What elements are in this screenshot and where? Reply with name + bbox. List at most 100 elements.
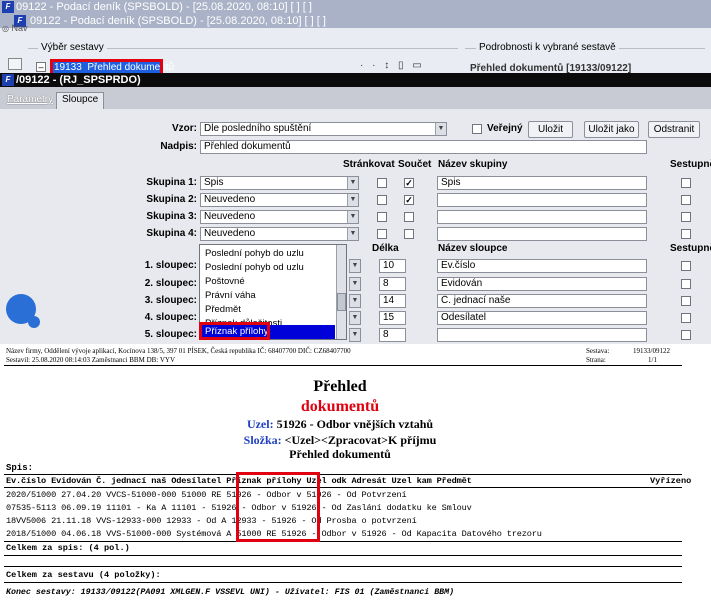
sloupec-3-sestupne-checkbox[interactable] bbox=[681, 296, 691, 306]
slozka-line: Složka: <Uzel><Zpracovat>K příjmu bbox=[0, 433, 680, 448]
scrollbar-thumb[interactable] bbox=[337, 293, 346, 311]
sloupec-3-select[interactable]: ▼ bbox=[349, 294, 361, 308]
sloupec-4-sestupne-checkbox[interactable] bbox=[681, 313, 691, 323]
odstranit-button[interactable]: Odstranit bbox=[648, 121, 700, 138]
sloupec-2-delka-input[interactable]: 8 bbox=[379, 277, 406, 291]
sloupec-5-sestupne-checkbox[interactable] bbox=[681, 330, 691, 340]
chevron-down-icon: ▼ bbox=[435, 123, 446, 135]
sloupec-2-nazev-input[interactable]: Evidován bbox=[437, 277, 647, 291]
bg-window-titlebar-1: F 09122 - Podací deník (SPSBOLD) - [25.0… bbox=[0, 0, 711, 14]
divider bbox=[4, 582, 682, 583]
divider bbox=[4, 365, 682, 366]
app-logo-icon: F bbox=[2, 74, 14, 86]
sloupec-1-delka-input[interactable]: 10 bbox=[379, 259, 406, 273]
strana-value: 1/1 bbox=[648, 356, 657, 364]
dropdown-option[interactable]: Poslední pohyb do uzlu bbox=[202, 247, 335, 261]
slozka-label: Složka: bbox=[243, 433, 282, 447]
divider bbox=[4, 474, 682, 475]
tab-parametry[interactable]: Parametry bbox=[2, 93, 59, 107]
toolbar-icons[interactable]: · · ↕ ▯ ▭ bbox=[360, 60, 425, 71]
sloupec-1-select[interactable]: ▼ bbox=[349, 259, 361, 273]
sloupec-2-sestupne-checkbox[interactable] bbox=[681, 279, 691, 289]
skupina-3-label: Skupina 3: bbox=[146, 211, 197, 222]
skupina-3-select[interactable]: Neuvedeno ▼ bbox=[200, 210, 359, 224]
skupina-4-sestupne-checkbox[interactable] bbox=[681, 229, 691, 239]
vzor-label: Vzor: bbox=[172, 123, 197, 134]
ulozit-jako-button[interactable]: Uložit jako bbox=[584, 121, 639, 138]
nadpis-input[interactable]: Přehled dokumentů bbox=[200, 140, 647, 154]
sestavil-line: Sestavil: 25.08.2020 08:14:03 Zaměstnanc… bbox=[6, 356, 176, 364]
chevron-down-icon: ▼ bbox=[347, 211, 358, 223]
sloupec-5-select[interactable]: ▼ bbox=[349, 328, 361, 342]
skupina-4-strankovat-checkbox[interactable] bbox=[377, 229, 387, 239]
skupina-4-select[interactable]: Neuvedeno ▼ bbox=[200, 227, 359, 241]
table-header-vyrizeno: Vyřízeno bbox=[650, 476, 692, 486]
strana-label: Strana: bbox=[586, 356, 606, 364]
ulozit-button[interactable]: Uložit bbox=[528, 121, 573, 138]
verejny-checkbox[interactable] bbox=[472, 124, 482, 134]
skupina-2-soucet-checkbox[interactable]: ✓ bbox=[404, 195, 414, 205]
delka-header: Délka bbox=[372, 243, 399, 254]
dropdown-option[interactable]: Právní váha bbox=[202, 289, 335, 303]
sloupec-5-delka-input[interactable]: 8 bbox=[379, 328, 406, 342]
skupina-3-sestupne-checkbox[interactable] bbox=[681, 212, 691, 222]
chevron-down-icon: ▼ bbox=[347, 228, 358, 240]
skupina-2-label: Skupina 2: bbox=[146, 194, 197, 205]
collapse-icon[interactable]: – bbox=[36, 62, 46, 72]
sloupec-3-delka-input[interactable]: 14 bbox=[379, 294, 406, 308]
app-logo-icon: F bbox=[2, 1, 14, 13]
nav-label[interactable]: ◎ Nav bbox=[2, 23, 28, 33]
skupina-2-sestupne-checkbox[interactable] bbox=[681, 195, 691, 205]
skupina-4-soucet-checkbox[interactable] bbox=[404, 229, 414, 239]
sloupec-5-nazev-input[interactable] bbox=[437, 328, 647, 342]
strankovat-header: Stránkovat bbox=[343, 159, 395, 170]
divider bbox=[4, 566, 682, 567]
skupina-2-nazev-input[interactable] bbox=[437, 193, 647, 207]
skupina-1-select[interactable]: Spis ▼ bbox=[200, 176, 359, 190]
sestava-label: Sestava: bbox=[586, 347, 610, 355]
sloupec-4-nazev-input[interactable]: Odesílatel bbox=[437, 311, 647, 325]
skupina-3-strankovat-checkbox[interactable] bbox=[377, 212, 387, 222]
divider bbox=[4, 555, 682, 556]
nadpis-label: Nadpis: bbox=[160, 141, 197, 152]
skupina-3-soucet-checkbox[interactable] bbox=[404, 212, 414, 222]
sestava-value: 19133/09122 bbox=[633, 347, 670, 355]
sloupec-5-label: 5. sloupec: bbox=[144, 329, 197, 340]
sloupec-4-delka-input[interactable]: 15 bbox=[379, 311, 406, 325]
skupina-2-select[interactable]: Neuvedeno ▼ bbox=[200, 193, 359, 207]
skupina-3-nazev-input[interactable] bbox=[437, 210, 647, 224]
celkem-spis: Celkem za spis: (4 pol.) bbox=[6, 543, 130, 553]
sloupec-2-label: 2. sloupec: bbox=[144, 278, 197, 289]
sloupec-1-label: 1. sloupec: bbox=[144, 260, 197, 271]
skupina-1-nazev-input[interactable]: Spis bbox=[437, 176, 647, 190]
spis-label: Spis: bbox=[6, 463, 34, 473]
skupina-1-sestupne-checkbox[interactable] bbox=[681, 178, 691, 188]
sloupec-1-nazev-input[interactable]: Ev.číslo bbox=[437, 259, 647, 273]
sloupec-4-select[interactable]: ▼ bbox=[349, 311, 361, 325]
dialog-title: /09122 - (RJ_SPSPRDO) bbox=[16, 74, 141, 86]
uzel-value: 51926 - Odbor vnějších vztahů bbox=[276, 417, 434, 431]
skupina-1-strankovat-checkbox[interactable] bbox=[377, 178, 387, 188]
chevron-down-icon: ▼ bbox=[349, 295, 360, 307]
sloupec-3-label: 3. sloupec: bbox=[144, 295, 197, 306]
slozka-value: <Uzel><Zpracovat>K příjmu bbox=[284, 433, 437, 447]
vzor-select[interactable]: Dle posledního spuštění ▼ bbox=[200, 122, 447, 136]
sloupec-2-select[interactable]: ▼ bbox=[349, 277, 361, 291]
sestupne-header: Sestupně bbox=[670, 159, 711, 170]
skupina-2-strankovat-checkbox[interactable] bbox=[377, 195, 387, 205]
dropdown-scrollbar[interactable] bbox=[336, 245, 346, 339]
report-subtitle: Přehled dokumentů bbox=[289, 447, 391, 461]
dropdown-option[interactable]: Poslední pohyb od uzlu bbox=[202, 261, 335, 275]
sloupec-3-nazev-input[interactable]: Č. jednací naše bbox=[437, 294, 647, 308]
tab-bar: Parametry Sloupce bbox=[0, 87, 711, 109]
chevron-down-icon: ▼ bbox=[349, 260, 360, 272]
skupina-1-soucet-checkbox[interactable]: ✓ bbox=[404, 178, 414, 188]
tab-sloupce[interactable]: Sloupce bbox=[56, 92, 105, 109]
divider bbox=[4, 487, 682, 488]
sloupec-1-sestupne-checkbox[interactable] bbox=[681, 261, 691, 271]
dropdown-option[interactable]: Poštovné bbox=[202, 275, 335, 289]
report-title-line1: Přehled bbox=[313, 378, 367, 395]
soucet-header: Součet bbox=[398, 159, 432, 170]
skupina-4-nazev-input[interactable] bbox=[437, 227, 647, 241]
dropdown-option[interactable]: Předmět bbox=[202, 303, 335, 317]
